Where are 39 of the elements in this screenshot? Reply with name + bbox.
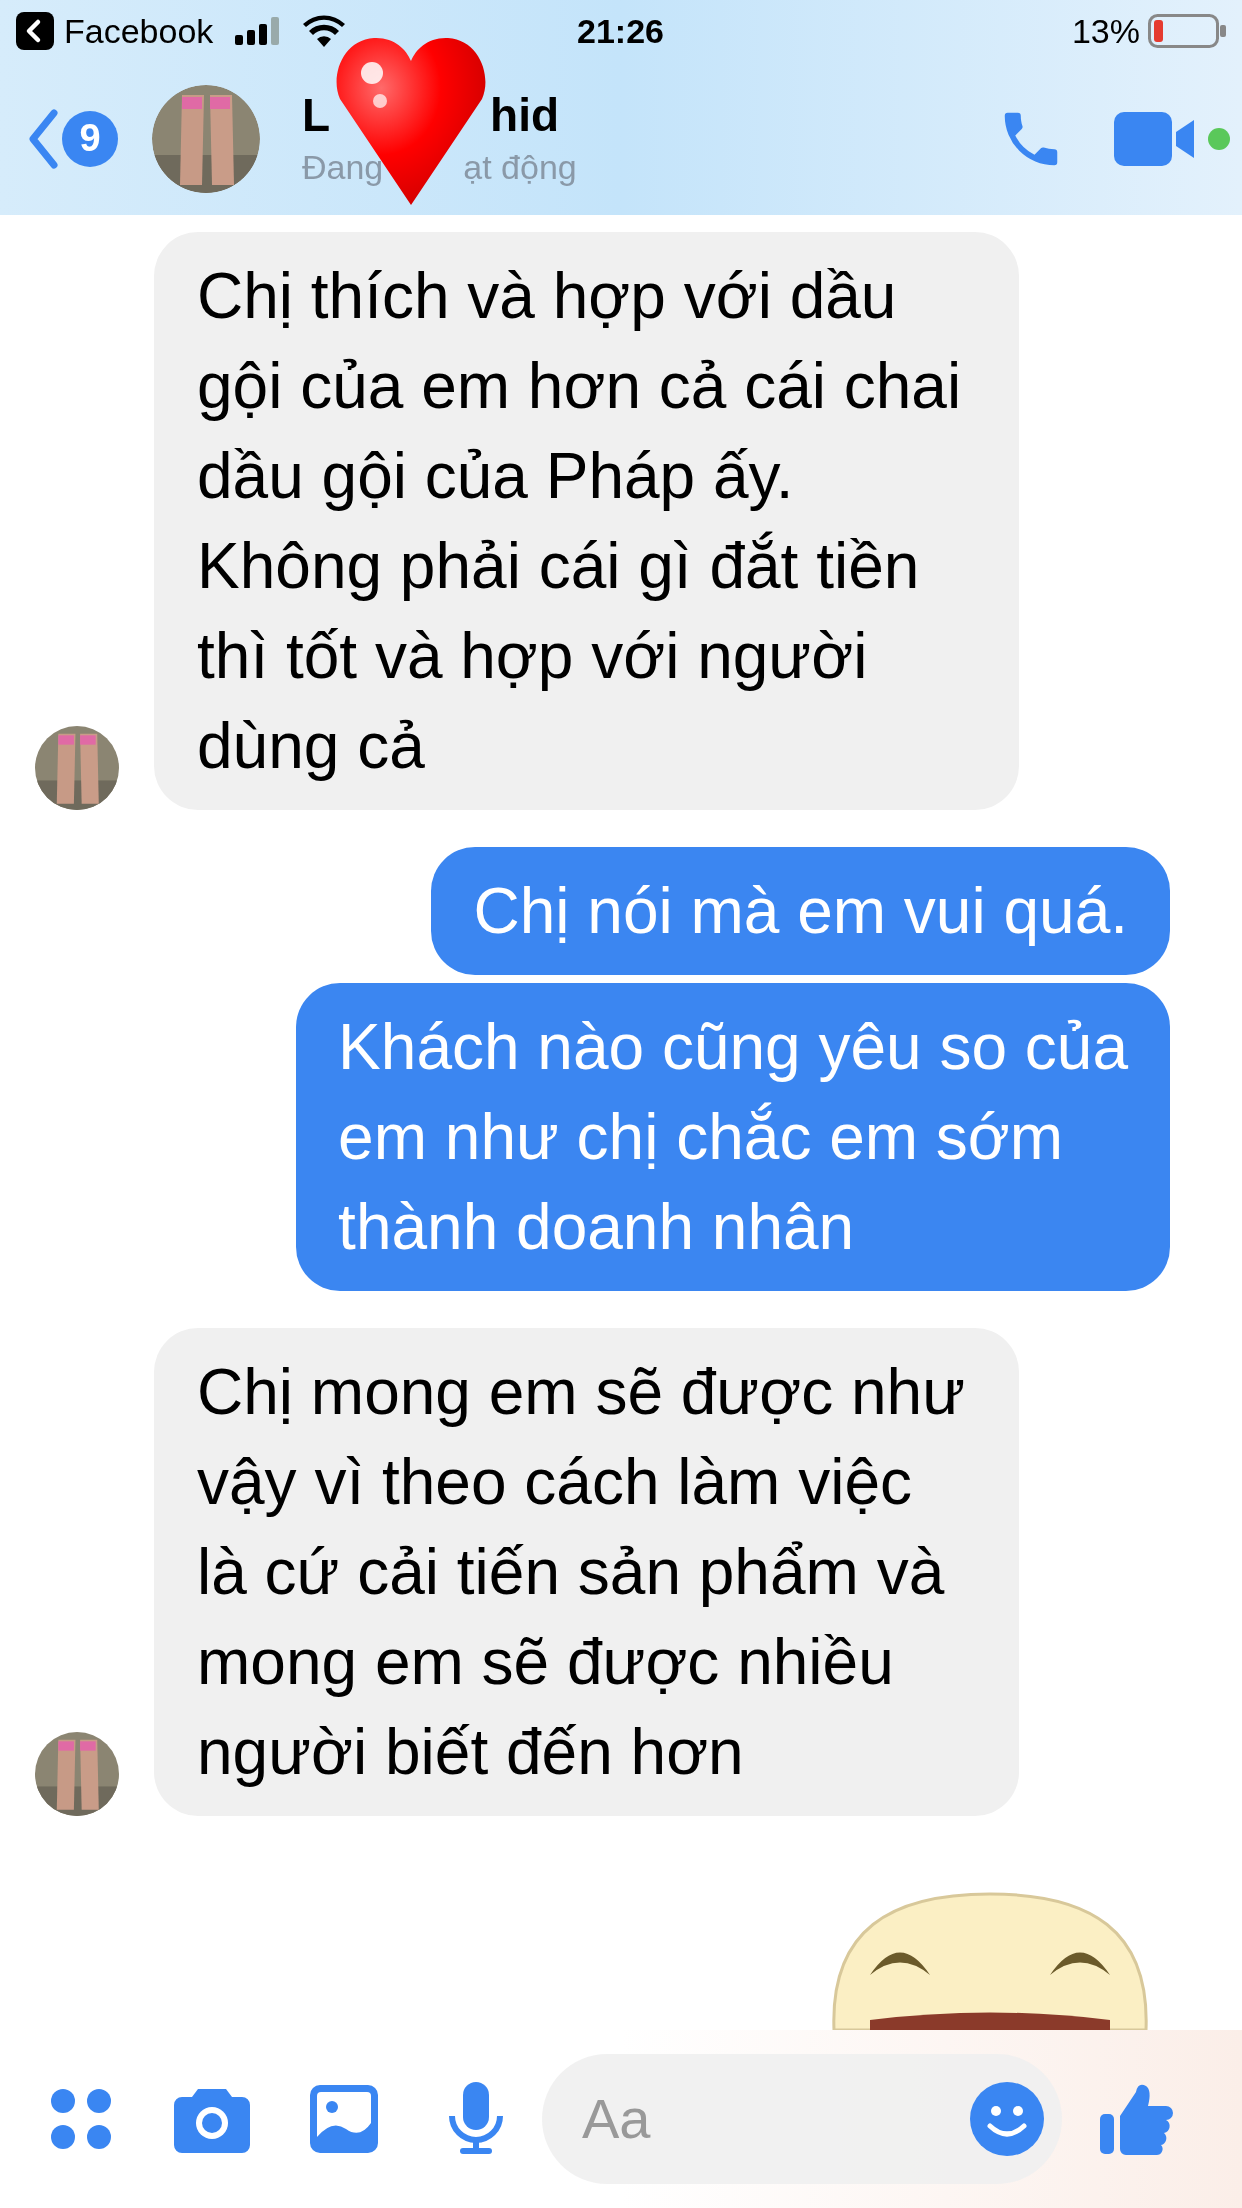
message-field[interactable]: Aa bbox=[542, 2054, 1062, 2184]
message-text: mong em sẽ được nhiều bbox=[197, 1625, 895, 1700]
message-text: vậy vì theo cách làm việc bbox=[197, 1445, 913, 1520]
message-text: Chị thích và hợp với dầu bbox=[197, 259, 898, 334]
activity-status: ạt động bbox=[463, 146, 577, 188]
battery-icon bbox=[1148, 14, 1226, 48]
message-text: dùng cả bbox=[197, 709, 426, 784]
message-text: Khách nào cũng yêu so của bbox=[338, 1010, 1128, 1085]
activity-status: Đang bbox=[302, 146, 384, 188]
message-text: Chị mong em sẽ được như bbox=[197, 1355, 966, 1430]
message-text: Chị nói mà em vui quá. bbox=[473, 874, 1128, 949]
unread-badge: 9 bbox=[62, 110, 118, 167]
image-icon bbox=[310, 2085, 378, 2153]
back-button[interactable]: 9 bbox=[28, 108, 118, 169]
microphone-icon bbox=[448, 2082, 504, 2156]
message-text: em như chị chắc em sớm bbox=[338, 1100, 1065, 1175]
wifi-icon bbox=[303, 15, 346, 47]
back-icon bbox=[28, 108, 58, 169]
message-input[interactable]: Aa bbox=[582, 2077, 970, 2161]
contact-name: L bbox=[302, 87, 331, 143]
message-text: Không phải cái gì đắt tiền bbox=[197, 529, 921, 604]
like-button[interactable] bbox=[1100, 2082, 1174, 2156]
more-icon bbox=[50, 2088, 112, 2150]
message-text: thì tốt và hợp với người bbox=[197, 619, 869, 694]
message-text: người biết đến hơn bbox=[197, 1715, 745, 1790]
message-text: dầu gội của Pháp ấy. bbox=[197, 439, 795, 514]
battery-percent: 13% bbox=[1071, 10, 1140, 52]
message-text: là cứ cải tiến sản phẩm và bbox=[197, 1535, 946, 1610]
back-app-icon[interactable] bbox=[16, 12, 54, 50]
more-button[interactable] bbox=[50, 2088, 112, 2150]
photo-button[interactable] bbox=[310, 2085, 378, 2153]
message-text: gội của em hơn cả cái chai bbox=[197, 349, 963, 424]
microphone-button[interactable] bbox=[448, 2082, 504, 2156]
clock-time: 21:26 bbox=[577, 10, 664, 52]
contact-name: hid bbox=[490, 87, 560, 143]
emoji-icon[interactable] bbox=[970, 2082, 1044, 2156]
message-text: thành doanh nhân bbox=[338, 1190, 856, 1265]
thumbs-up-icon bbox=[1100, 2082, 1174, 2156]
back-app-label[interactable]: Facebook bbox=[64, 5, 214, 57]
